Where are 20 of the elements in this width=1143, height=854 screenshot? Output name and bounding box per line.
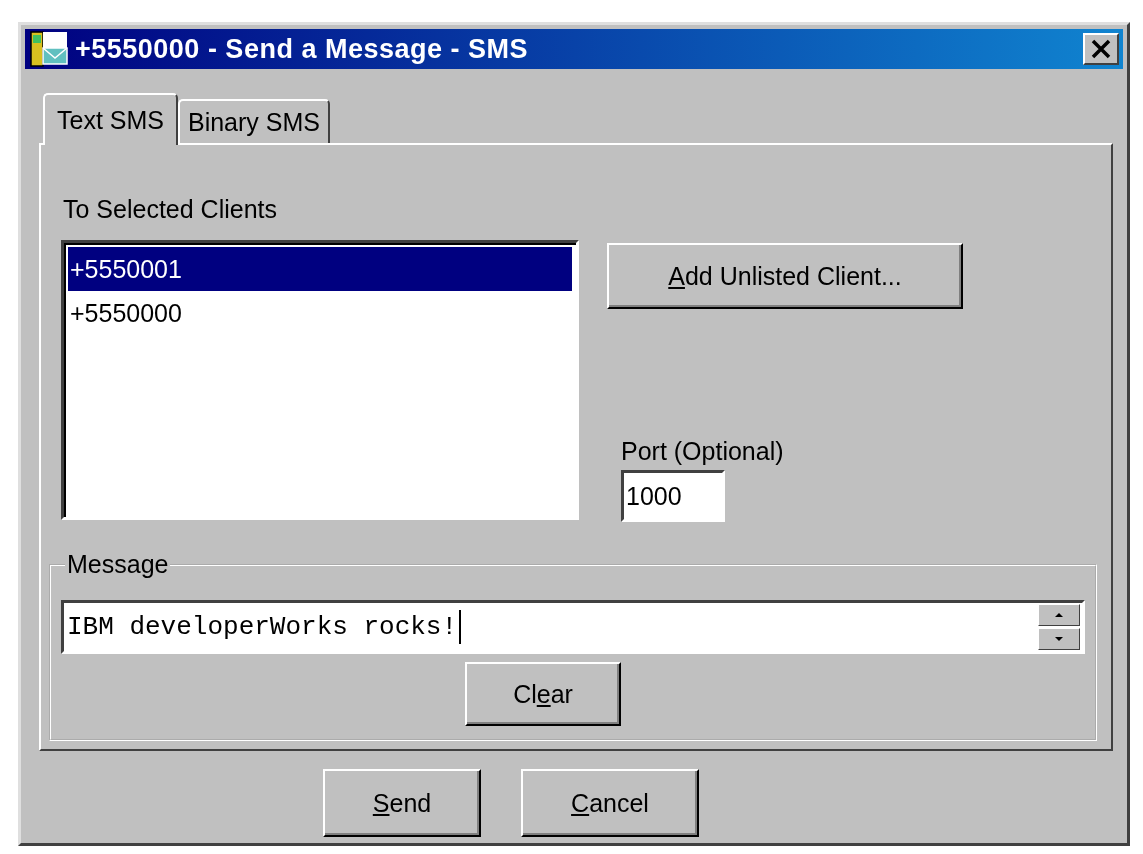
- phone-envelope-icon: [29, 29, 69, 69]
- window-title: +5550000 - Send a Message - SMS: [75, 33, 529, 65]
- dialog-button[interactable]: Send: [323, 769, 481, 837]
- message-field[interactable]: IBM developerWorks rocks!: [61, 600, 1085, 655]
- close-icon: [1089, 38, 1113, 60]
- up-arrow-icon: [1054, 612, 1064, 619]
- tab[interactable]: Binary SMS: [178, 99, 330, 143]
- client-list[interactable]: +5550001 +5550000: [61, 240, 579, 520]
- close-button[interactable]: [1083, 33, 1119, 65]
- port-field[interactable]: 1000: [621, 470, 725, 522]
- dialog-button[interactable]: Cancel: [521, 769, 699, 837]
- clients-label: To Selected Clients: [63, 195, 278, 224]
- client-item[interactable]: +5550000: [68, 291, 572, 335]
- add-unlisted-client-button[interactable]: Add Unlisted Client...: [607, 243, 963, 309]
- down-arrow-icon: [1054, 636, 1064, 643]
- tab[interactable]: Text SMS: [43, 93, 178, 145]
- client-item[interactable]: +5550001: [68, 247, 572, 291]
- port-label: Port (Optional): [621, 437, 785, 466]
- spin-button[interactable]: [1038, 604, 1080, 651]
- clear-button[interactable]: Clear: [465, 662, 621, 727]
